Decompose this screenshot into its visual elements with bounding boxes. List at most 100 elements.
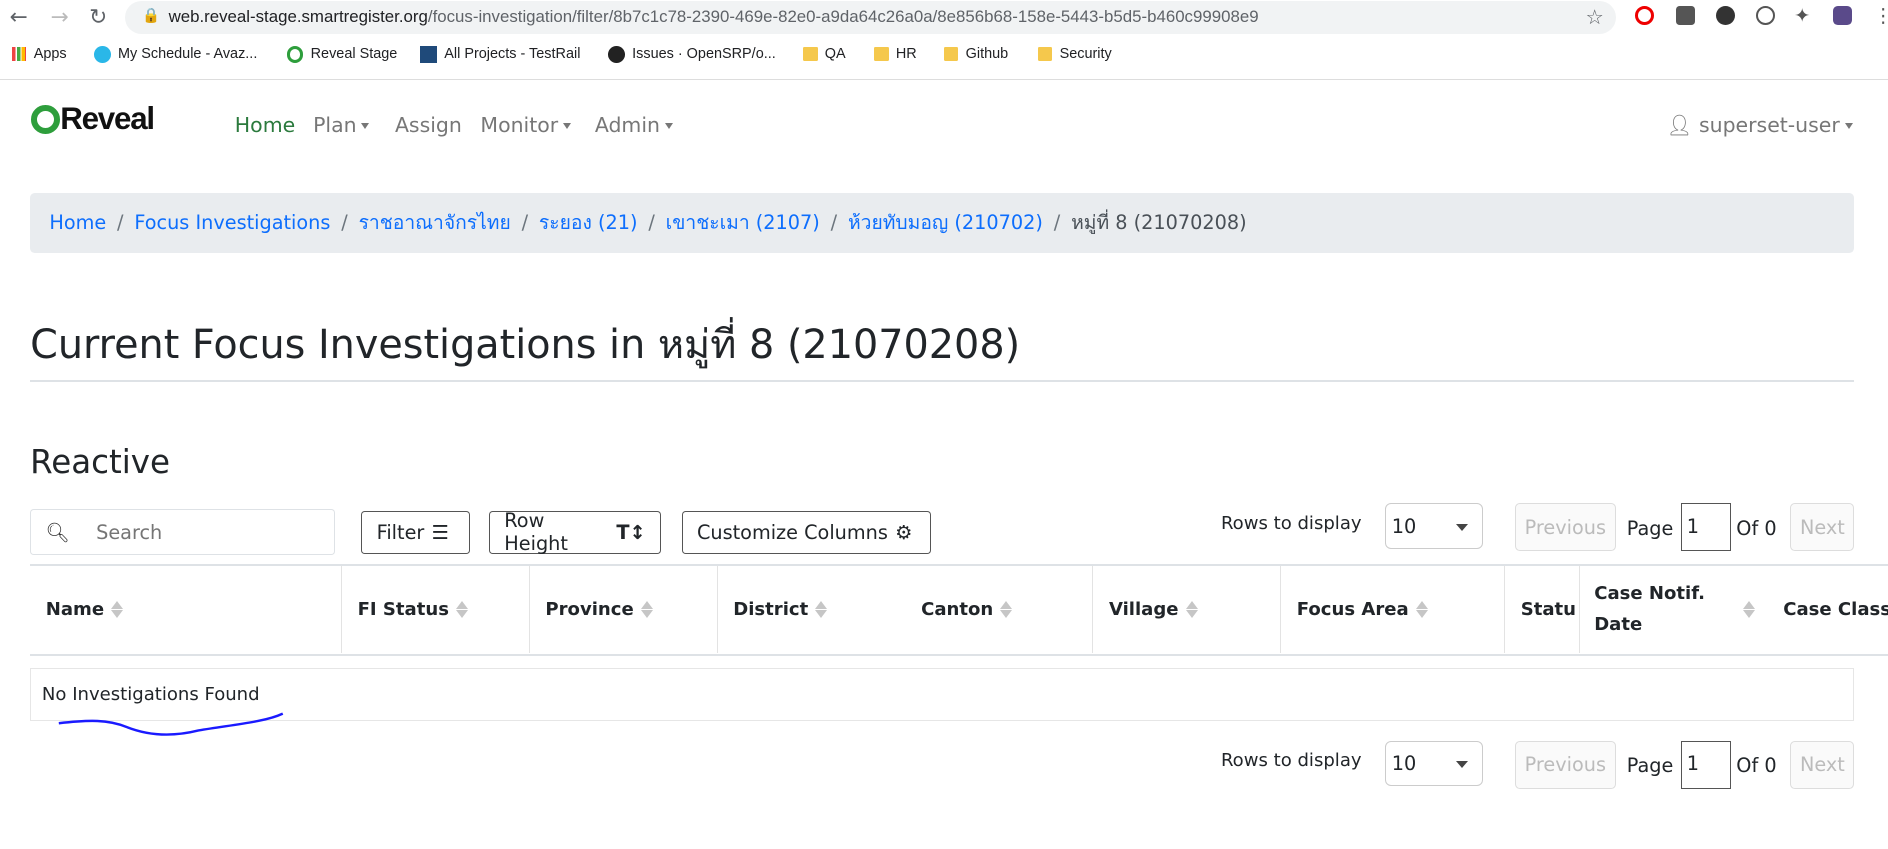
reveal-logo[interactable]: Reveal: [31, 101, 155, 137]
forward-icon[interactable]: →: [51, 5, 69, 30]
sliders-icon: ☰: [431, 520, 449, 544]
rows-select-bottom[interactable]: 10: [1384, 740, 1484, 787]
breadcrumb: Home / Focus Investigations / ราชอาณาจักรไ…: [30, 192, 1855, 253]
bookmark-testrail[interactable]: All Projects - TestRail: [420, 45, 581, 63]
column-label: Village: [1108, 598, 1179, 620]
page-count-bottom: Of 0: [1736, 753, 1777, 777]
next-button-bottom[interactable]: Next: [1790, 740, 1855, 789]
blue-underline-annotation: [58, 712, 284, 737]
menu-icon[interactable]: ⋮: [1874, 4, 1888, 27]
breadcrumb-province[interactable]: ระยอง (21): [539, 208, 638, 238]
column-status[interactable]: Statu: [1505, 565, 1580, 654]
breadcrumb-focus-investigations[interactable]: Focus Investigations: [134, 211, 330, 234]
row-height-button[interactable]: Row Height T↕: [488, 509, 662, 555]
user-menu[interactable]: 👤︎ superset-user: [1666, 113, 1852, 137]
sort-icon: [640, 601, 653, 618]
bookmark-label: QA: [824, 45, 846, 62]
breadcrumb-home[interactable]: Home: [49, 211, 106, 234]
folder-icon: [1037, 46, 1053, 61]
column-focus-area[interactable]: Focus Area: [1281, 565, 1506, 654]
bookmark-label: Reveal Stage: [310, 46, 398, 63]
column-case-class[interactable]: Case Class: [1768, 566, 1888, 654]
bookmark-apps[interactable]: Apps: [12, 46, 67, 62]
nav-admin[interactable]: Admin: [595, 113, 673, 137]
page-input[interactable]: 1: [1680, 503, 1732, 552]
bookmark-reveal-stage[interactable]: Reveal Stage: [286, 45, 398, 63]
extension-icon[interactable]: [1755, 6, 1775, 26]
rows-to-display-label-bottom: Rows to display: [1220, 750, 1362, 772]
bookmark-label: Issues · OpenSRP/o...: [632, 46, 776, 63]
bookmark-github[interactable]: Github: [944, 46, 1008, 62]
nav-monitor[interactable]: Monitor: [480, 113, 571, 137]
search-box[interactable]: 🔍︎: [30, 509, 335, 556]
table-header: Name FI Status Province District Canton …: [30, 563, 1888, 657]
column-district[interactable]: District: [718, 566, 906, 654]
rows-to-display-label: Rows to display: [1220, 512, 1362, 534]
quote-extension-icon[interactable]: [1715, 6, 1736, 26]
sort-icon: [1743, 601, 1756, 618]
breadcrumb-country[interactable]: ราชอาณาจักรไทย: [359, 208, 511, 238]
testrail-icon: [420, 45, 438, 63]
column-name[interactable]: Name: [30, 565, 342, 654]
star-icon[interactable]: ☆: [1586, 5, 1604, 29]
bookmark-label: HR: [895, 45, 917, 62]
empty-state: No Investigations Found: [30, 668, 1855, 722]
bookmark-security[interactable]: Security: [1037, 46, 1112, 62]
bookmark-label: Github: [965, 45, 1009, 62]
bookmark-hr[interactable]: HR: [874, 46, 917, 62]
sort-icon: [456, 601, 469, 618]
column-province[interactable]: Province: [530, 565, 718, 654]
previous-button[interactable]: Previous: [1514, 503, 1616, 552]
bookmark-label: Apps: [33, 45, 67, 62]
apps-icon: [12, 46, 27, 61]
address-bar[interactable]: 🔒 web.reveal-stage.smartregister.org/foc…: [125, 1, 1616, 34]
column-village[interactable]: Village: [1093, 565, 1282, 654]
page-label-bottom: Page: [1626, 753, 1674, 777]
page-input-bottom[interactable]: 1: [1680, 740, 1732, 789]
column-label: Statu: [1520, 598, 1577, 620]
column-label: Case Notif. Date: [1594, 583, 1705, 636]
folder-icon: [874, 46, 889, 61]
bookmark-label: All Projects - TestRail: [444, 46, 581, 63]
text-height-icon: T↕: [616, 520, 646, 544]
url-path: /focus-investigation/filter/8b7c1c78-239…: [427, 7, 1259, 27]
sort-icon: [815, 601, 828, 618]
search-input[interactable]: [93, 519, 328, 546]
column-label: Case Class: [1783, 598, 1888, 620]
bookmark-my-schedule[interactable]: My Schedule - Avaz...: [93, 45, 257, 63]
empty-message: No Investigations Found: [41, 683, 260, 705]
column-label: Canton: [921, 598, 994, 620]
reload-icon[interactable]: ↻: [89, 5, 107, 30]
column-label: FI Status: [357, 598, 449, 620]
customize-label: Customize Columns: [696, 520, 888, 544]
sort-icon: [1000, 601, 1013, 618]
column-fi-status[interactable]: FI Status: [342, 565, 530, 654]
schedule-icon: [93, 45, 111, 63]
puzzle-icon[interactable]: ✦: [1794, 4, 1810, 27]
nav-assign[interactable]: Assign: [395, 113, 462, 137]
page-label: Page: [1626, 516, 1674, 540]
avatar[interactable]: [1832, 6, 1852, 26]
extension-icon[interactable]: [1676, 6, 1696, 26]
column-canton[interactable]: Canton: [905, 565, 1094, 654]
sort-icon: [111, 601, 124, 618]
bookmark-qa[interactable]: QA: [803, 46, 846, 62]
nav-home[interactable]: Home: [235, 113, 295, 137]
bookmark-issues[interactable]: Issues · OpenSRP/o...: [608, 45, 776, 63]
opera-extension-icon[interactable]: [1635, 6, 1655, 26]
breadcrumb-canton[interactable]: ห้วยทับมอญ (210702): [848, 208, 1043, 238]
column-case-notif-date[interactable]: Case Notif. Date: [1580, 566, 1768, 654]
folder-icon: [944, 46, 959, 61]
customize-columns-button[interactable]: Customize Columns ⚙: [681, 510, 931, 554]
nav-plan[interactable]: Plan: [313, 113, 369, 137]
filter-button[interactable]: Filter ☰: [361, 510, 470, 554]
back-icon[interactable]: ←: [10, 5, 28, 30]
breadcrumb-district[interactable]: เขาชะเมา (2107): [666, 208, 820, 238]
rows-select[interactable]: 10: [1384, 503, 1484, 550]
previous-button-bottom[interactable]: Previous: [1514, 740, 1616, 789]
next-button[interactable]: Next: [1790, 503, 1855, 552]
filter-label: Filter: [376, 520, 425, 544]
logo-q-icon: [31, 104, 61, 134]
reveal-icon: [286, 45, 304, 63]
column-label: Province: [545, 598, 634, 620]
